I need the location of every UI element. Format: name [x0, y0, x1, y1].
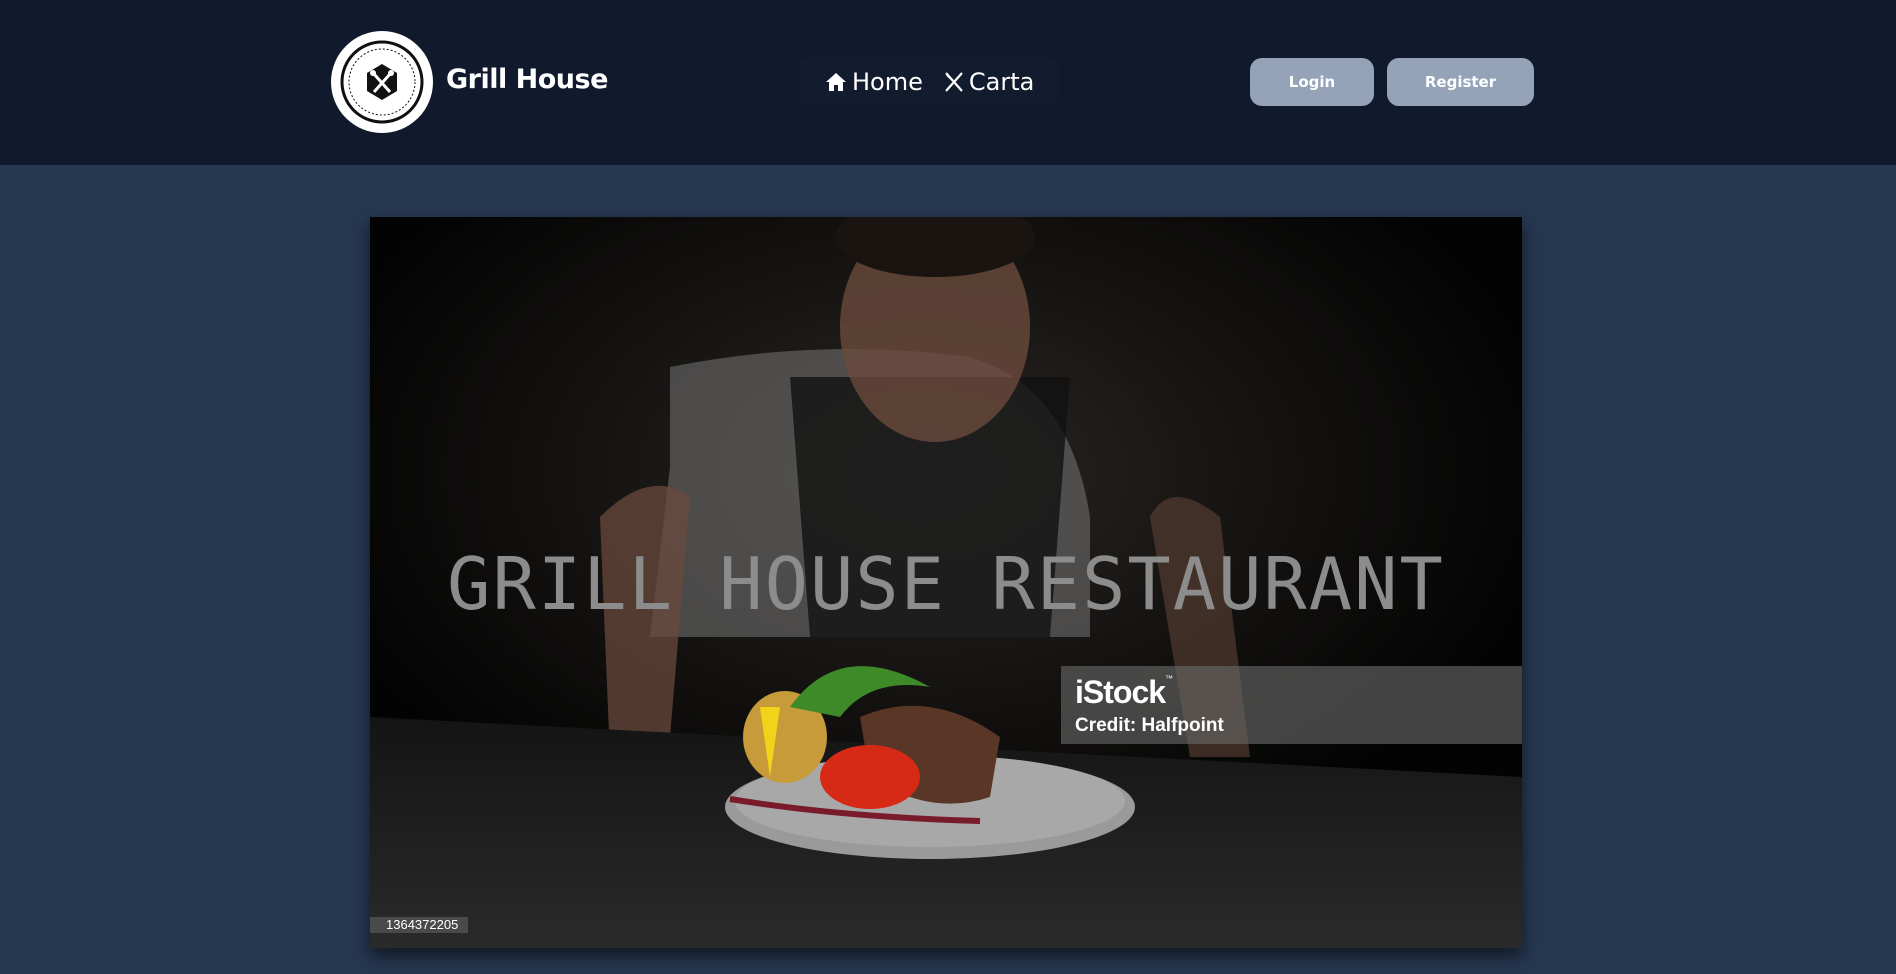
nav-item-carta[interactable]: Carta	[943, 68, 1034, 96]
photo-credit: Credit: Halfpoint	[1075, 715, 1224, 736]
nav-label-carta: Carta	[968, 68, 1035, 96]
register-button[interactable]: Register	[1387, 58, 1534, 106]
brand-name: Grill House	[446, 64, 608, 95]
logo[interactable]	[331, 31, 433, 133]
login-button[interactable]: Login	[1250, 58, 1374, 106]
nav-label-home: Home	[852, 68, 923, 96]
hero-banner: GRILL HOUSE RESTAURANT iStock™ Credit: H…	[370, 217, 1522, 948]
stock-brand-logo: iStock™	[1075, 674, 1173, 711]
image-id-label: 1364372205	[370, 917, 469, 933]
utensils-icon	[945, 72, 963, 92]
stock-trademark: ™	[1165, 674, 1173, 683]
stock-brand-name: iStock	[1075, 674, 1166, 710]
home-icon	[826, 73, 846, 91]
hero-title: GRILL HOUSE RESTAURANT	[447, 542, 1445, 626]
site-header: Grill House Home Carta Login Register	[0, 0, 1896, 165]
grill-house-logo-icon	[340, 40, 424, 124]
stock-credit-overlay: iStock™ Credit: Halfpoint	[1061, 666, 1522, 744]
nav-item-home[interactable]: Home	[824, 68, 923, 96]
main-nav: Home Carta	[800, 58, 1059, 106]
